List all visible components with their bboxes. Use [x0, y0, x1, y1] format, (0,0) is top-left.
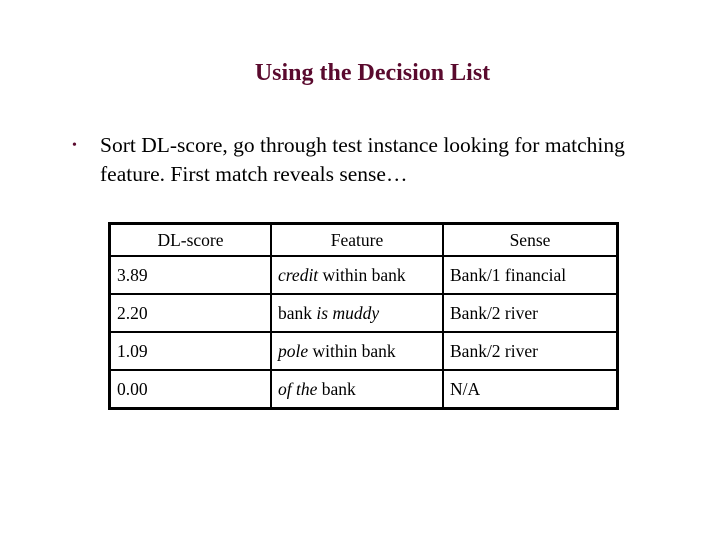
cell-score: 0.00 — [108, 369, 272, 410]
feature-plain: bank — [278, 302, 317, 323]
cell-sense: Bank/2 river — [442, 293, 619, 333]
bullet-text: Sort DL-score, go through test instance … — [100, 133, 625, 186]
cell-sense: Bank/1 financial — [442, 255, 619, 295]
cell-score: 1.09 — [108, 331, 272, 371]
table-header-row: DL-score Feature Sense — [108, 223, 619, 257]
bullet-icon: • — [72, 138, 77, 153]
header-dl-score: DL-score — [108, 223, 272, 257]
header-feature: Feature — [270, 223, 444, 257]
table-row: 3.89 credit within bank Bank/1 financial — [108, 255, 619, 295]
feature-italic: credit — [278, 264, 319, 285]
cell-feature: of the bank — [270, 369, 444, 410]
cell-sense: Bank/2 river — [442, 331, 619, 371]
feature-italic: is muddy — [316, 302, 380, 323]
feature-plain: within bank — [318, 264, 406, 285]
header-sense: Sense — [442, 223, 619, 257]
feature-italic: pole — [278, 340, 309, 361]
cell-feature: pole within bank — [270, 331, 444, 371]
cell-score: 2.20 — [108, 293, 272, 333]
table-row: 2.20 bank is muddy Bank/2 river — [108, 293, 619, 333]
cell-feature: bank is muddy — [270, 293, 444, 333]
cell-score: 3.89 — [108, 255, 272, 295]
cell-sense: N/A — [442, 369, 619, 410]
slide-title: Using the Decision List — [254, 60, 491, 86]
feature-italic: of the — [278, 378, 318, 399]
table-row: 1.09 pole within bank Bank/2 river — [108, 331, 619, 371]
cell-feature: credit within bank — [270, 255, 444, 295]
decision-list-table: DL-score Feature Sense 3.89 credit withi… — [108, 222, 619, 410]
table-row: 0.00 of the bank N/A — [108, 369, 619, 410]
feature-plain: within bank — [308, 340, 396, 361]
feature-plain: bank — [317, 378, 356, 399]
